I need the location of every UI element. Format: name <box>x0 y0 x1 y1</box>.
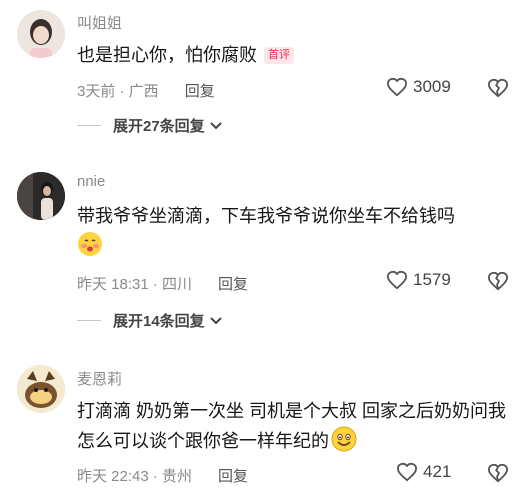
dislike-button[interactable] <box>487 78 509 103</box>
comment-1: 叫姐姐 也是担心你，怕你腐败 首评 3天前 · 广西 回复 3009 展开27条回复 <box>0 0 523 160</box>
like-button[interactable]: 421 <box>396 462 451 482</box>
username[interactable]: nnie <box>77 173 105 190</box>
broken-heart-icon <box>487 271 508 291</box>
reply-button[interactable]: 回复 <box>218 468 248 485</box>
like-button[interactable]: 3009 <box>386 77 451 97</box>
comment-body: 带我爷爷坐滴滴，下车我爷爷说你坐车不给钱吗 <box>77 206 455 226</box>
expand-replies-label: 展开27条回复 <box>113 118 205 135</box>
comment-meta: 昨天 18:31 · 四川 回复 <box>77 273 248 294</box>
username[interactable]: 麦恩莉 <box>77 368 122 389</box>
avatar[interactable] <box>17 365 65 413</box>
avatar[interactable] <box>17 10 65 58</box>
expand-replies-button[interactable]: 展开27条回复 <box>77 115 222 136</box>
comment-body: 也是担心你，怕你腐败 <box>77 45 257 65</box>
heart-outline-icon <box>396 462 417 482</box>
divider-line <box>77 320 101 321</box>
avatar-image-icon <box>17 365 65 413</box>
first-comment-badge: 首评 <box>264 47 294 64</box>
broken-heart-icon <box>487 78 508 98</box>
comment-body: 打滴滴 奶奶第一次坐 司机是个大叔 回家之后奶奶问我怎么可以谈个跟你爸一样年纪的 <box>77 401 507 451</box>
timestamp-location: 3天前 · 广西 <box>77 83 159 100</box>
expand-replies-button[interactable]: 展开14条回复 <box>77 310 222 331</box>
expand-replies-label: 展开14条回复 <box>113 313 205 330</box>
dislike-button[interactable] <box>487 463 509 488</box>
like-count: 3009 <box>413 77 451 96</box>
chevron-down-icon <box>209 316 222 324</box>
comment-3: 麦恩莉 打滴滴 奶奶第一次坐 司机是个大叔 回家之后奶奶问我怎么可以谈个跟你爸一… <box>0 350 523 488</box>
dislike-button[interactable] <box>487 271 509 296</box>
heart-outline-icon <box>386 270 407 290</box>
like-count: 1579 <box>413 270 451 289</box>
avatar[interactable] <box>17 172 65 220</box>
chevron-down-icon <box>209 121 222 129</box>
timestamp-location: 昨天 18:31 · 四川 <box>77 276 193 293</box>
smiling-face-emoji <box>331 426 357 452</box>
comment-meta: 昨天 22:43 · 贵州 回复 <box>77 465 248 486</box>
comment-text: 打滴滴 奶奶第一次坐 司机是个大叔 回家之后奶奶问我怎么可以谈个跟你爸一样年纪的 <box>77 396 507 456</box>
reply-button[interactable]: 回复 <box>185 83 215 100</box>
comment-text: 带我爷爷坐滴滴，下车我爷爷说你坐车不给钱吗 <box>77 201 507 261</box>
blushing-face-emoji <box>78 232 102 256</box>
reply-button[interactable]: 回复 <box>218 276 248 293</box>
avatar-image-icon <box>17 172 65 220</box>
avatar-image-icon <box>17 10 65 58</box>
comment-text: 也是担心你，怕你腐败 首评 <box>77 40 507 70</box>
divider-line <box>77 125 101 126</box>
timestamp-location: 昨天 22:43 · 贵州 <box>77 468 193 485</box>
comment-meta: 3天前 · 广西 回复 <box>77 80 215 101</box>
like-button[interactable]: 1579 <box>386 270 451 290</box>
heart-outline-icon <box>386 77 407 97</box>
comment-2: nnie 带我爷爷坐滴滴，下车我爷爷说你坐车不给钱吗 昨天 18:31 · 四川… <box>0 160 523 350</box>
like-count: 421 <box>423 462 452 481</box>
broken-heart-icon <box>487 463 508 483</box>
username[interactable]: 叫姐姐 <box>77 12 122 33</box>
